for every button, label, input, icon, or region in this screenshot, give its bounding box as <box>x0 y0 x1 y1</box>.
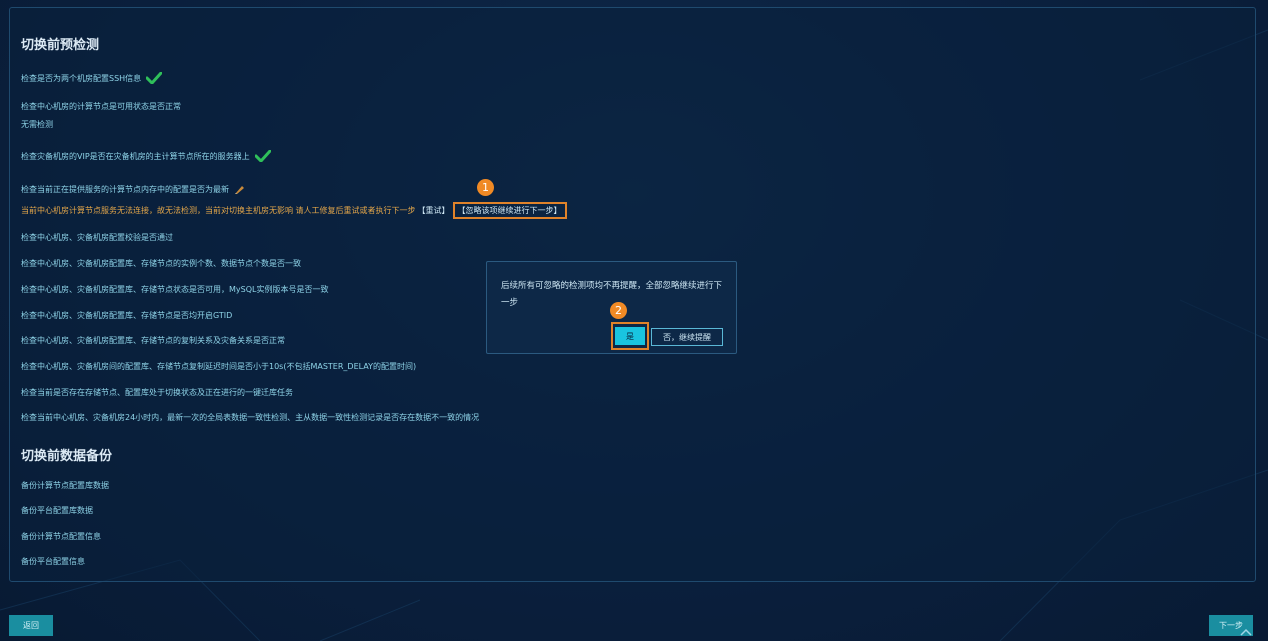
check-icon <box>146 72 163 84</box>
precheck-item-label: 检查当前正在提供服务的计算节点内存中的配置是否为最新 <box>21 185 229 194</box>
precheck-item: 检查当前是否存在存储节点、配置库处于切换状态及正在进行的一键迁库任务 <box>21 387 293 398</box>
warning-text: 当前中心机房计算节点服务无法连接，故无法检测，当前对切换主机房无影响 请人工修复… <box>21 206 416 215</box>
backup-item: 备份平台配置库数据 <box>21 505 93 516</box>
precheck-item-label: 检查中心机房、灾备机房配置库、存储节点的复制关系及灾备关系是否正常 <box>21 336 285 345</box>
precheck-item-label: 检查当前中心机房、灾备机房24小时内，最新一次的全局表数据一致性检测、主从数据一… <box>21 413 480 422</box>
step-badge-1: 1 <box>477 179 494 196</box>
precheck-item-label: 检查灾备机房的VIP是否在灾备机房的主计算节点所在的服务器上 <box>21 151 250 161</box>
yes-button-highlight: 是 <box>611 322 649 350</box>
precheck-item-label: 检查中心机房、灾备机房配置库、存储节点的实例个数、数据节点个数是否一致 <box>21 259 301 268</box>
precheck-warning: 当前中心机房计算节点服务无法连接，故无法检测，当前对切换主机房无影响 请人工修复… <box>21 202 567 219</box>
precheck-item: 检查当前正在提供服务的计算节点内存中的配置是否为最新 <box>21 184 245 195</box>
chevron-up-icon[interactable] <box>1240 628 1252 636</box>
retry-link[interactable]: 【重试】 <box>418 205 450 216</box>
backup-item: 备份计算节点配置信息 <box>21 531 101 542</box>
precheck-item-label: 检查中心机房、灾备机房配置库、存储节点状态是否可用，MySQL实例版本号是否一致 <box>21 285 329 294</box>
precheck-item-label: 检查中心机房的计算节点是可用状态是否正常 <box>21 102 181 111</box>
precheck-item: 检查中心机房、灾备机房配置库、存储节点状态是否可用，MySQL实例版本号是否一致 <box>21 284 328 295</box>
backup-item: 备份平台配置信息 <box>21 556 85 567</box>
backup-item-label: 备份计算节点配置库数据 <box>21 481 109 490</box>
precheck-item: 检查是否为两个机房配置SSH信息 <box>21 72 163 84</box>
precheck-item-label: 检查中心机房、灾备机房配置库、存储节点是否均开启GTID <box>21 311 233 320</box>
ignore-continue-link[interactable]: 【忽略该项继续进行下一步】 <box>452 202 567 219</box>
precheck-item: 检查中心机房的计算节点是可用状态是否正常 <box>21 101 181 112</box>
precheck-status: 无需检测 <box>21 119 53 130</box>
back-button[interactable]: 返回 <box>9 615 53 636</box>
no-continue-remind-button[interactable]: 否，继续提醒 <box>651 328 723 346</box>
backup-item: 备份计算节点配置库数据 <box>21 480 109 491</box>
precheck-item-label: 检查当前是否存在存储节点、配置库处于切换状态及正在进行的一键迁库任务 <box>21 388 293 397</box>
precheck-item: 检查中心机房、灾备机房配置校验是否通过 <box>21 232 173 243</box>
precheck-item-label: 检查中心机房、灾备机房间的配置库、存储节点复制延迟时间是否小于10s(不包括MA… <box>21 362 417 371</box>
backup-item-label: 备份平台配置信息 <box>21 557 85 566</box>
precheck-item-label: 检查是否为两个机房配置SSH信息 <box>21 73 142 83</box>
yes-button[interactable]: 是 <box>615 327 645 345</box>
precheck-title: 切换前预检测 <box>21 38 100 53</box>
check-icon <box>254 150 271 162</box>
precheck-item: 检查中心机房、灾备机房配置库、存储节点的复制关系及灾备关系是否正常 <box>21 335 285 346</box>
pen-icon <box>235 186 244 194</box>
step-badge-2: 2 <box>610 302 627 319</box>
precheck-status-label: 无需检测 <box>21 120 53 129</box>
precheck-item: 检查中心机房、灾备机房间的配置库、存储节点复制延迟时间是否小于10s(不包括MA… <box>21 361 416 372</box>
precheck-item: 检查灾备机房的VIP是否在灾备机房的主计算节点所在的服务器上 <box>21 150 271 162</box>
backup-item-label: 备份平台配置库数据 <box>21 506 93 515</box>
precheck-item: 检查当前中心机房、灾备机房24小时内，最新一次的全局表数据一致性检测、主从数据一… <box>21 412 479 423</box>
backup-item-label: 备份计算节点配置信息 <box>21 532 101 541</box>
precheck-item: 检查中心机房、灾备机房配置库、存储节点是否均开启GTID <box>21 310 232 321</box>
precheck-item: 检查中心机房、灾备机房配置库、存储节点的实例个数、数据节点个数是否一致 <box>21 258 301 269</box>
precheck-item-label: 检查中心机房、灾备机房配置校验是否通过 <box>21 233 173 242</box>
backup-title: 切换前数据备份 <box>21 449 113 464</box>
